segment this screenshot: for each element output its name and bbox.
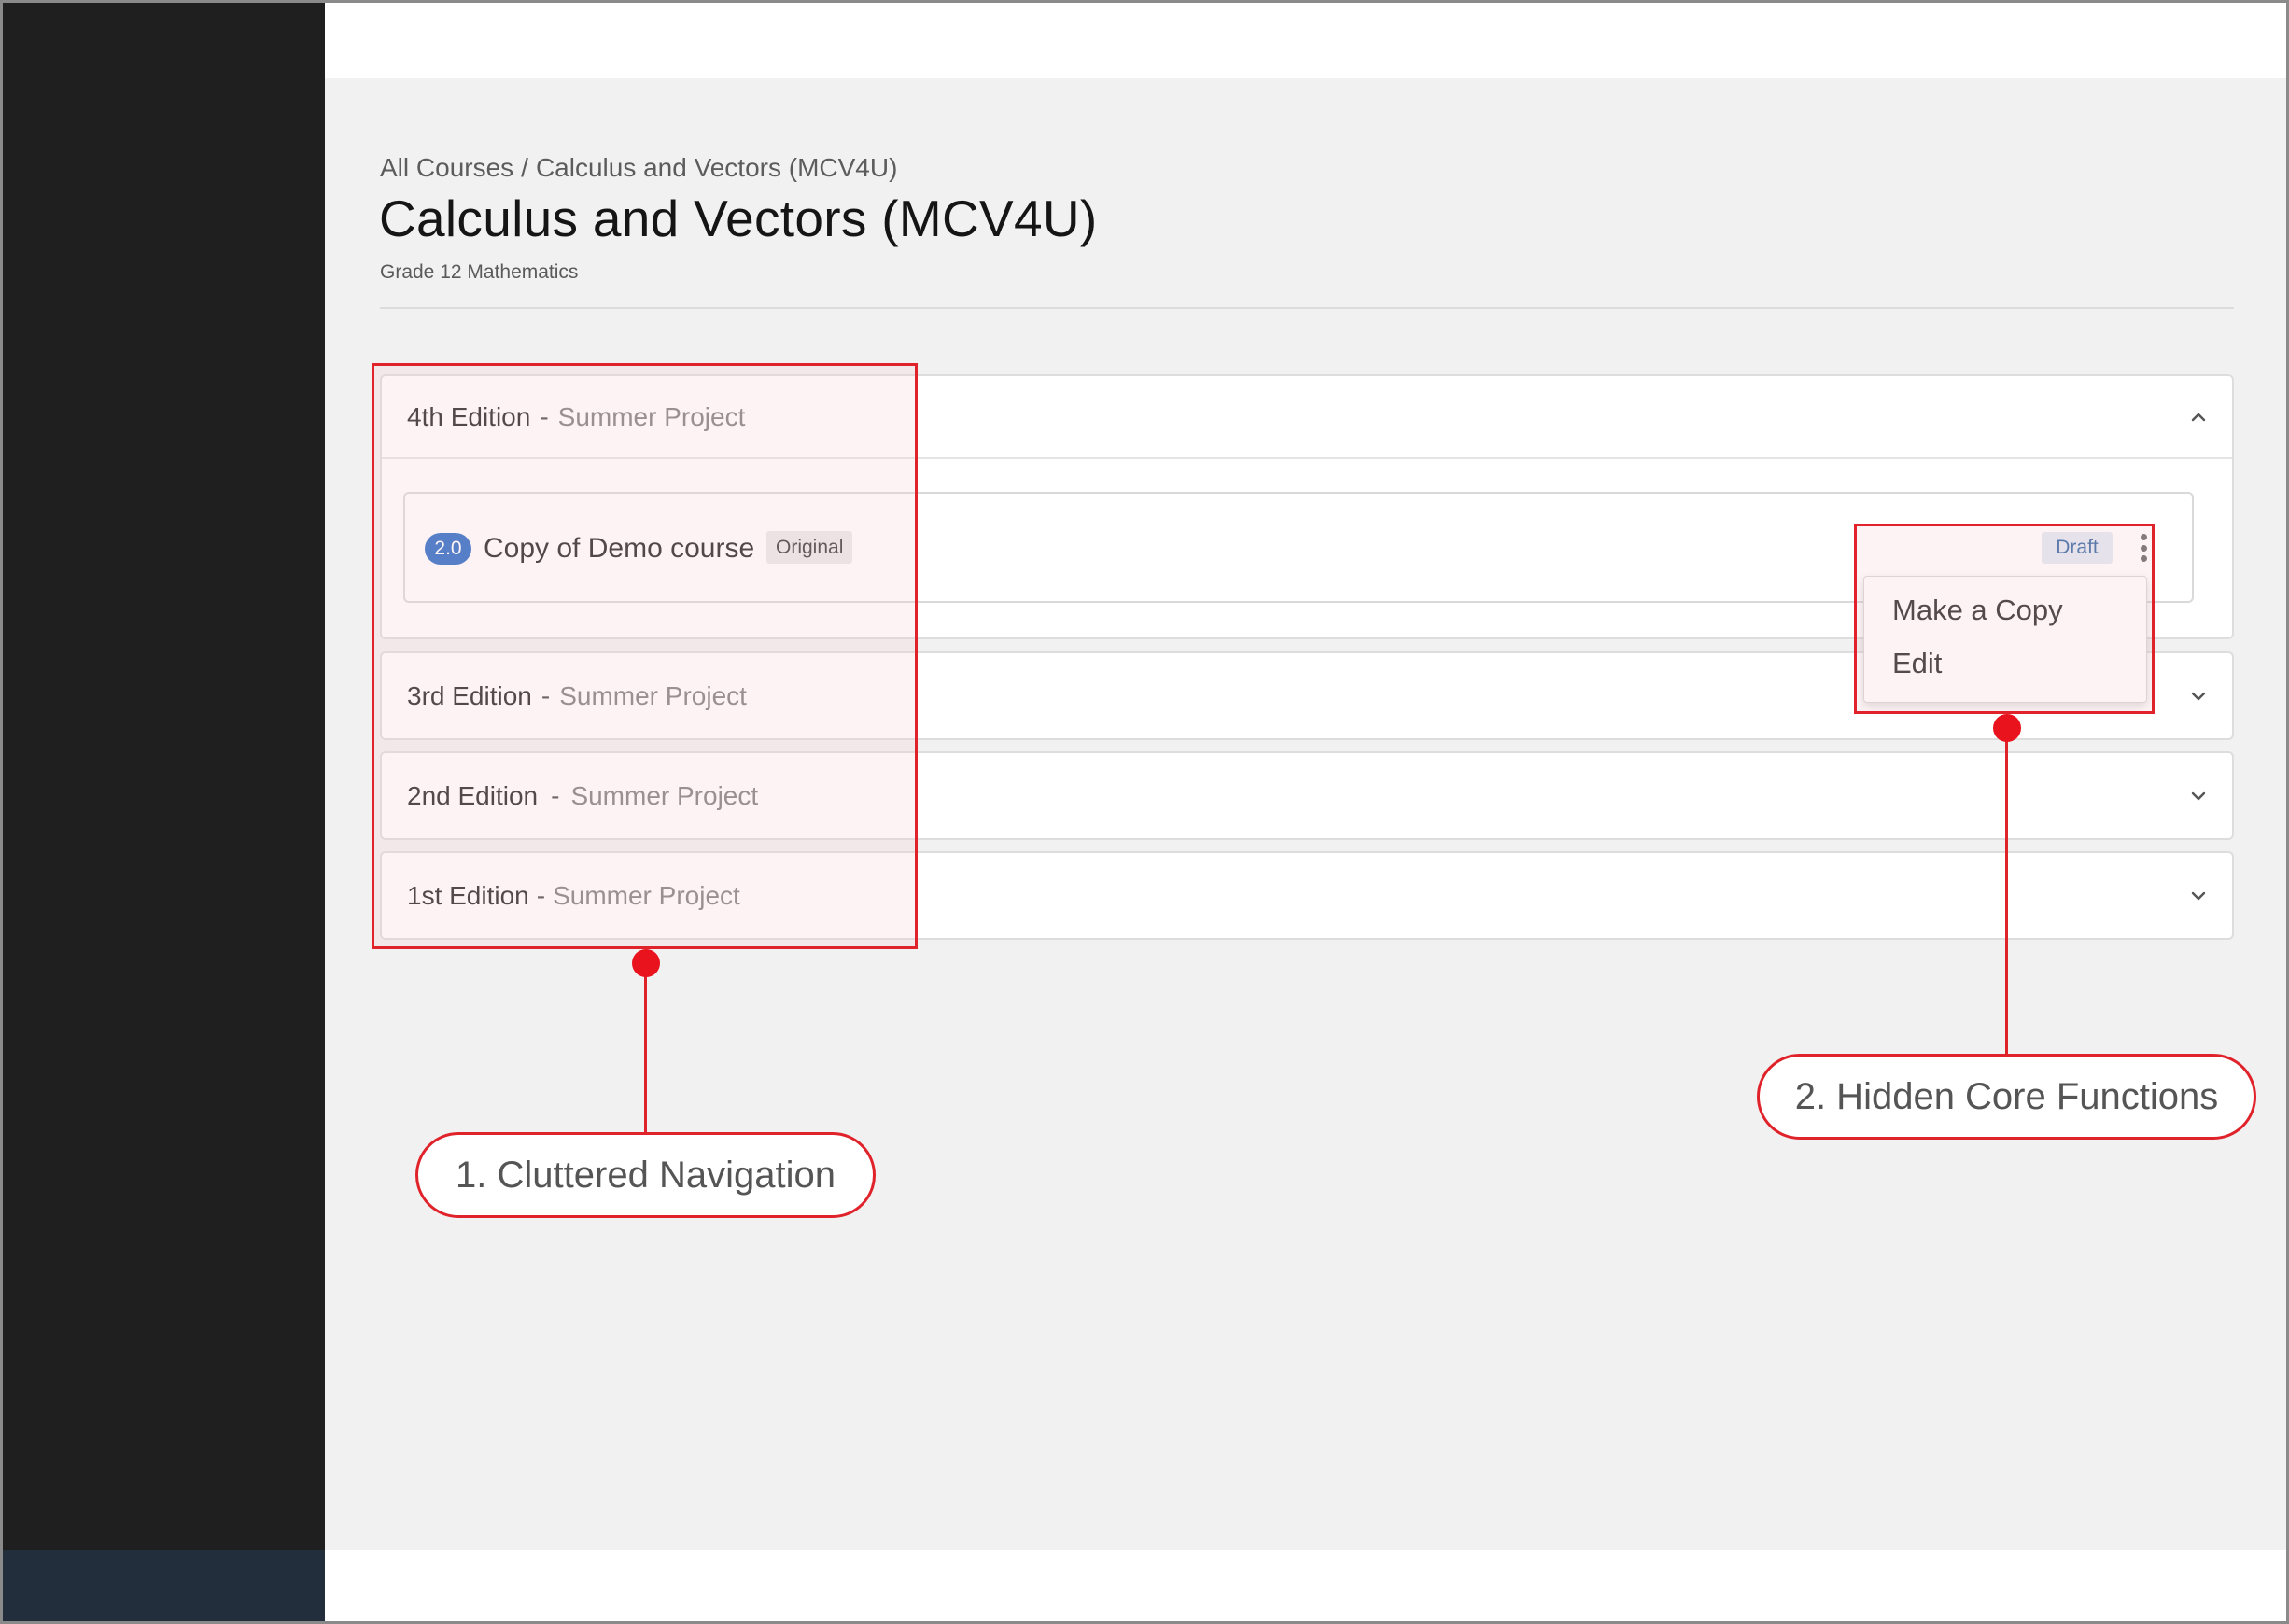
annotation-highlight-navigation	[372, 363, 918, 949]
chevron-down-icon[interactable]	[2187, 785, 2210, 807]
annotation-callout-hidden-functions: 2. Hidden Core Functions	[1757, 1054, 2256, 1140]
annotation-leader-line	[644, 963, 647, 1133]
top-bar	[325, 0, 2289, 78]
annotation-marker-dot	[632, 949, 660, 977]
bottom-bar	[325, 1550, 2289, 1624]
chevron-down-icon[interactable]	[2187, 685, 2210, 707]
chevron-down-icon[interactable]	[2187, 885, 2210, 907]
chevron-up-icon[interactable]	[2187, 406, 2210, 428]
annotation-highlight-menu	[1854, 524, 2155, 714]
breadcrumb: All Courses / Calculus and Vectors (MCV4U)	[380, 153, 897, 183]
breadcrumb-current: Calculus and Vectors (MCV4U)	[535, 153, 898, 182]
header-divider	[380, 307, 2234, 309]
page-title: Calculus and Vectors (MCV4U)	[379, 189, 1098, 247]
sidebar-footer	[0, 1550, 325, 1624]
sidebar	[0, 0, 325, 1624]
breadcrumb-separator: /	[521, 153, 528, 182]
annotation-leader-line	[2005, 728, 2008, 1055]
page-subtitle: Grade 12 Mathematics	[380, 261, 579, 283]
annotation-callout-navigation: 1. Cluttered Navigation	[415, 1132, 876, 1218]
annotation-marker-dot	[1993, 714, 2021, 742]
breadcrumb-link-all-courses[interactable]: All Courses	[380, 153, 513, 182]
